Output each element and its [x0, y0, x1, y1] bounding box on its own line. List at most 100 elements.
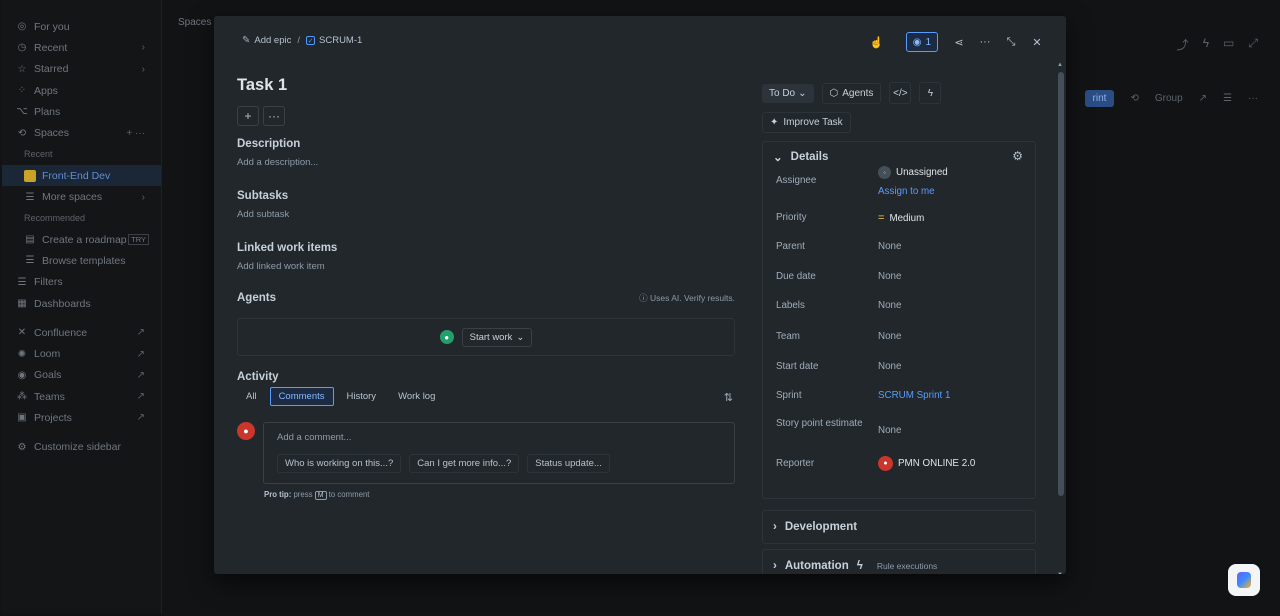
status-row: To Do ⌄ ⬡ Agents </> ϟ	[762, 82, 1040, 104]
more-icon[interactable]: ···	[1248, 93, 1258, 104]
issue-key-link[interactable]: ✓ SCRUM-1	[306, 35, 362, 46]
add-button[interactable]: +	[237, 106, 259, 126]
chevron-down-icon: ⌄	[798, 87, 807, 99]
sidebar-item-confluence[interactable]: ✕ Confluence ↗	[2, 322, 161, 343]
group-select[interactable]: Group	[1155, 93, 1183, 104]
list-icon: ☰	[25, 191, 35, 203]
complete-sprint-button[interactable]: rint	[1084, 90, 1115, 107]
add-epic-link[interactable]: ✎ Add epic	[242, 35, 291, 46]
issue-title[interactable]: Task 1	[237, 76, 735, 100]
sort-icon[interactable]: ⇅	[724, 391, 733, 404]
sidebar-item-spaces[interactable]: ⟲ Spaces + ···	[2, 122, 161, 143]
improve-task-button[interactable]: ✦ Improve Task	[762, 112, 851, 133]
story-points-value[interactable]: None	[878, 425, 901, 436]
add-subtask-button[interactable]: Add subtask	[237, 209, 735, 220]
bg-header-tools: ⤴ ϟ ▭ ⤢	[1177, 36, 1258, 53]
comment-box[interactable]: Add a comment... Who is working on this.…	[263, 422, 735, 484]
minimize-button[interactable]: ⤡	[1000, 32, 1022, 52]
sidebar-item-plans[interactable]: ⌥ Plans	[2, 101, 161, 122]
agents-button[interactable]: ⬡ Agents	[821, 82, 882, 104]
sidebar-item-filters[interactable]: ☰ Filters	[2, 272, 161, 293]
description-heading: Description	[237, 138, 301, 150]
ai-note: ⓘ Uses AI. Verify results.	[639, 293, 735, 303]
share-button[interactable]: ⋖	[948, 32, 970, 52]
status-dropdown[interactable]: To Do ⌄	[762, 83, 814, 103]
watch-button[interactable]: ◉ 1	[905, 32, 938, 52]
close-button[interactable]: ✕	[1026, 32, 1048, 52]
start-work-button[interactable]: Start work ⌄	[461, 327, 533, 347]
assignee-value[interactable]: ◦ Unassigned	[878, 166, 948, 179]
sidebar-item-projects[interactable]: ▣ Projects ↗	[2, 407, 161, 428]
linked-items-section: Linked work items Add linked work item	[237, 242, 735, 272]
quick-reply-chip[interactable]: Who is working on this...?	[277, 454, 402, 473]
sidebar-item-front-end-dev[interactable]: Front-End Dev	[2, 165, 161, 187]
gear-icon[interactable]: ⚙	[1012, 149, 1023, 163]
pencil-icon: ✎	[242, 35, 251, 46]
field-label: Story point estimate	[776, 418, 863, 429]
assign-to-me-link[interactable]: Assign to me	[878, 186, 935, 197]
comment-input[interactable]: Add a comment...	[277, 432, 721, 443]
sidebar-item-apps[interactable]: ⁘ Apps	[2, 80, 161, 101]
automation-button[interactable]: ϟ	[919, 82, 942, 104]
automation-section[interactable]: › Automation ϟ Rule executions	[762, 549, 1036, 574]
parent-value[interactable]: None	[878, 241, 901, 252]
sprint-icon[interactable]: ⟲	[1130, 93, 1138, 104]
sidebar-item-browse-templates[interactable]: ☰ Browse templates	[2, 250, 161, 271]
sidebar-item-create-roadmap[interactable]: ▤ Create a roadmap TRY	[2, 229, 161, 250]
due-date-value[interactable]: None	[878, 271, 901, 282]
reporter-value[interactable]: ● PMN ONLINE 2.0	[878, 456, 975, 471]
breadcrumb-separator: /	[297, 35, 301, 46]
rovo-button[interactable]	[1228, 564, 1260, 596]
clock-icon: ◷	[17, 42, 27, 54]
subtasks-heading: Subtasks	[237, 190, 289, 202]
tab-comments[interactable]: Comments	[269, 387, 334, 406]
description-input[interactable]: Add a description...	[237, 157, 735, 168]
feedback-icon[interactable]: ▭	[1223, 36, 1234, 53]
activity-heading: Activity	[237, 371, 279, 383]
sidebar-item-for-you[interactable]: ◎ For you	[2, 16, 161, 37]
labels-value[interactable]: None	[878, 300, 901, 311]
insights-icon[interactable]: ↗	[1199, 93, 1207, 104]
share-icon[interactable]: ⤴	[1177, 36, 1189, 53]
modal-scrollbar[interactable]: ▲ ▼	[1057, 62, 1064, 574]
sidebar-recommended-label: Recommended	[24, 213, 86, 224]
lightning-icon[interactable]: ϟ	[1203, 36, 1209, 53]
goals-icon: ◉	[17, 369, 27, 381]
quick-reply-chip[interactable]: Can I get more info...?	[409, 454, 520, 473]
sidebar-item-more-spaces[interactable]: ☰ More spaces ›	[2, 186, 161, 207]
tab-work-log[interactable]: Work log	[389, 387, 444, 406]
sidebar-item-teams[interactable]: ⁂ Teams ↗	[2, 386, 161, 407]
field-label: Assignee	[776, 175, 817, 186]
issue-side-column: To Do ⌄ ⬡ Agents </> ϟ ✦ Improve Task ⌄ Deta…	[762, 82, 1040, 574]
tab-history[interactable]: History	[338, 387, 386, 406]
more-actions-button[interactable]: ···	[974, 32, 996, 52]
development-section[interactable]: › Development	[762, 510, 1036, 544]
settings-sliders-icon[interactable]: ☰	[1223, 93, 1232, 104]
sidebar-item-loom[interactable]: ✺ Loom ↗	[2, 343, 161, 364]
scroll-down-icon[interactable]: ▼	[1057, 572, 1063, 574]
add-linked-item-button[interactable]: Add linked work item	[237, 261, 735, 272]
priority-value[interactable]: = Medium	[878, 212, 924, 224]
spaces-actions[interactable]: + ···	[126, 128, 145, 139]
sidebar-item-customize[interactable]: ⚙ Customize sidebar	[2, 437, 161, 458]
sidebar-item-goals[interactable]: ◉ Goals ↗	[2, 365, 161, 386]
scroll-thumb[interactable]	[1058, 72, 1064, 496]
fullscreen-icon[interactable]: ⤢	[1248, 36, 1258, 53]
sidebar-item-dashboards[interactable]: ▦ Dashboards	[2, 293, 161, 314]
pro-tip: Pro tip: press M to comment	[264, 490, 370, 500]
scroll-up-icon[interactable]: ▲	[1057, 62, 1063, 68]
start-date-value[interactable]: None	[878, 361, 901, 372]
code-button[interactable]: </>	[889, 82, 912, 104]
share-icon: ⋖	[954, 36, 964, 49]
avatar: ●	[878, 456, 893, 471]
details-panel: ⌄ Details ⚙ Assignee ◦ Unassigned Assign t…	[762, 141, 1036, 499]
quick-reply-chip[interactable]: Status update...	[527, 454, 610, 473]
sidebar-item-starred[interactable]: ☆ Starred ›	[2, 59, 161, 80]
subtasks-section: Subtasks Add subtask	[237, 190, 735, 220]
more-button[interactable]: ···	[263, 106, 285, 126]
sidebar-item-recent[interactable]: ◷ Recent ›	[2, 37, 161, 58]
tab-all[interactable]: All	[237, 387, 266, 406]
team-value[interactable]: None	[878, 331, 901, 342]
sprint-value[interactable]: SCRUM Sprint 1	[878, 390, 950, 401]
linked-items-heading: Linked work items	[237, 242, 338, 254]
